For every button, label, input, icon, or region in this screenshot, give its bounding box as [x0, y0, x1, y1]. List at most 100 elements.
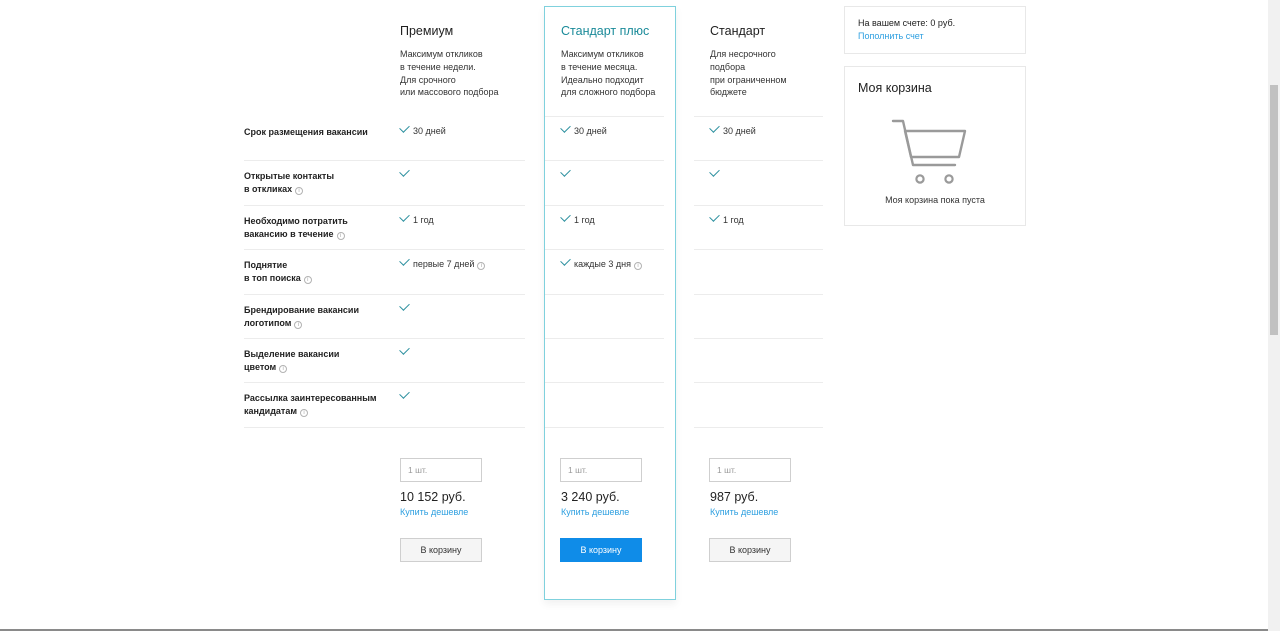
table-divider: [545, 205, 664, 206]
price-standard-plus: 3 240 руб.: [561, 490, 620, 504]
feature-cell: [399, 166, 413, 181]
price-premium: 10 152 руб.: [400, 490, 466, 504]
checkmark-icon: [399, 122, 410, 133]
feature-label-text: Рассылка заинтересованным кандидатам: [244, 393, 377, 417]
checkmark-icon: [399, 211, 410, 222]
feature-label-text: Выделение вакансии цветом: [244, 349, 340, 373]
feature-label-text: Срок размещения вакансии: [244, 127, 368, 137]
checkmark-icon: [399, 166, 410, 177]
cart-panel: Моя корзина Моя корзина пока пуста: [844, 66, 1026, 226]
table-divider: [244, 294, 525, 295]
feature-cell: [399, 344, 413, 359]
quantity-input-premium[interactable]: [400, 458, 482, 482]
plan-desc-premium: Максимум откликов в течение недели. Для …: [400, 49, 499, 98]
checkmark-icon: [399, 344, 410, 355]
table-divider: [545, 427, 664, 428]
cart-empty-message: Моя корзина пока пуста: [885, 195, 985, 205]
checkmark-icon: [399, 388, 410, 399]
feature-cell: 1 год: [399, 211, 434, 226]
feature-value: 30 дней: [723, 126, 756, 136]
shopping-cart-icon: [891, 119, 967, 184]
feature-value: 1 год: [413, 215, 434, 225]
plan-title-standard-plus: Стандарт плюс: [561, 24, 650, 38]
page-scrollbar-thumb[interactable]: [1270, 85, 1278, 335]
account-balance-panel: На вашем счете: 0 руб. Пополнить счет: [844, 6, 1026, 54]
table-divider: [244, 382, 525, 383]
quantity-input-standard[interactable]: [709, 458, 791, 482]
info-icon[interactable]: i: [303, 276, 312, 285]
quantity-input-standard-plus[interactable]: [560, 458, 642, 482]
info-icon[interactable]: i: [294, 321, 303, 330]
feature-value: каждые 3 дня: [574, 259, 631, 269]
feature-cell: каждые 3 дня i: [560, 255, 642, 270]
buy-cheaper-link-standard[interactable]: Купить дешевле: [710, 507, 778, 517]
info-icon[interactable]: i: [295, 187, 304, 196]
table-divider: [694, 382, 823, 383]
table-divider: [545, 338, 664, 339]
add-to-cart-button-standard[interactable]: В корзину: [709, 538, 791, 562]
feature-label: Выделение вакансии цветом i: [244, 348, 394, 375]
feature-label-text: Необходимо потратить вакансию в течение: [244, 216, 348, 240]
plan-title-premium: Премиум: [400, 24, 454, 38]
feature-cell: 30 дней: [560, 122, 607, 137]
table-divider: [545, 116, 664, 117]
feature-label: Рассылка заинтересованным кандидатам i: [244, 392, 394, 419]
checkmark-icon: [399, 255, 410, 266]
table-divider: [545, 294, 664, 295]
buy-cheaper-link-standard-plus[interactable]: Купить дешевле: [561, 507, 629, 517]
table-divider: [244, 338, 525, 339]
feature-cell: [399, 388, 413, 403]
plan-desc-standard: Для несрочного подбора при ограниченном …: [710, 49, 787, 98]
feature-value: 30 дней: [413, 126, 446, 136]
add-to-cart-button-premium[interactable]: В корзину: [400, 538, 482, 562]
plan-title-standard: Стандарт: [710, 24, 766, 38]
feature-label: Поднятие в топ поиска i: [244, 259, 394, 286]
feature-cell: 30 дней: [709, 122, 756, 137]
plan-desc-standard-plus: Максимум откликов в течение месяца. Идеа…: [561, 49, 656, 98]
feature-label: Брендирование вакансии логотипом i: [244, 304, 394, 331]
info-icon[interactable]: i: [477, 262, 486, 270]
table-divider: [244, 427, 525, 428]
table-divider: [694, 338, 823, 339]
price-standard: 987 руб.: [710, 490, 759, 504]
feature-value: первые 7 дней: [413, 259, 475, 269]
table-divider: [244, 160, 525, 161]
feature-cell: [399, 300, 413, 315]
feature-cell: первые 7 дней i: [399, 255, 486, 270]
feature-cell: [709, 166, 723, 181]
checkmark-icon: [709, 122, 720, 133]
table-divider: [545, 249, 664, 250]
feature-label-text: Открытые контакты в откликах: [244, 171, 335, 195]
checkmark-icon: [399, 300, 410, 311]
table-divider: [545, 160, 664, 161]
feature-label-text: Поднятие в топ поиска: [244, 260, 301, 284]
cart-title: Моя корзина: [858, 81, 932, 95]
checkmark-icon: [709, 211, 720, 222]
feature-cell: 1 год: [709, 211, 744, 226]
table-divider: [694, 294, 823, 295]
feature-label: Необходимо потратить вакансию в течение i: [244, 215, 394, 242]
info-icon[interactable]: i: [336, 232, 345, 241]
table-divider: [694, 205, 823, 206]
table-divider: [694, 160, 823, 161]
table-divider: [694, 427, 823, 428]
feature-value: 1 год: [723, 215, 744, 225]
table-divider: [694, 116, 823, 117]
feature-cell: 1 год: [560, 211, 595, 226]
feature-label: Срок размещения вакансии: [244, 126, 394, 139]
feature-cell: [560, 166, 574, 181]
top-up-account-link[interactable]: Пополнить счет: [858, 31, 924, 41]
buy-cheaper-link-premium[interactable]: Купить дешевле: [400, 507, 468, 517]
feature-cell: 30 дней: [399, 122, 446, 137]
info-icon[interactable]: i: [634, 262, 642, 270]
table-divider: [244, 249, 525, 250]
add-to-cart-button-standard-plus[interactable]: В корзину: [560, 538, 642, 562]
feature-value: 1 год: [574, 215, 595, 225]
feature-value: 30 дней: [574, 126, 607, 136]
info-icon[interactable]: i: [299, 409, 308, 418]
account-balance-text: На вашем счете: 0 руб.: [858, 18, 956, 28]
table-divider: [694, 249, 823, 250]
info-icon[interactable]: i: [279, 365, 288, 374]
checkmark-icon: [709, 166, 720, 177]
table-divider: [545, 382, 664, 383]
